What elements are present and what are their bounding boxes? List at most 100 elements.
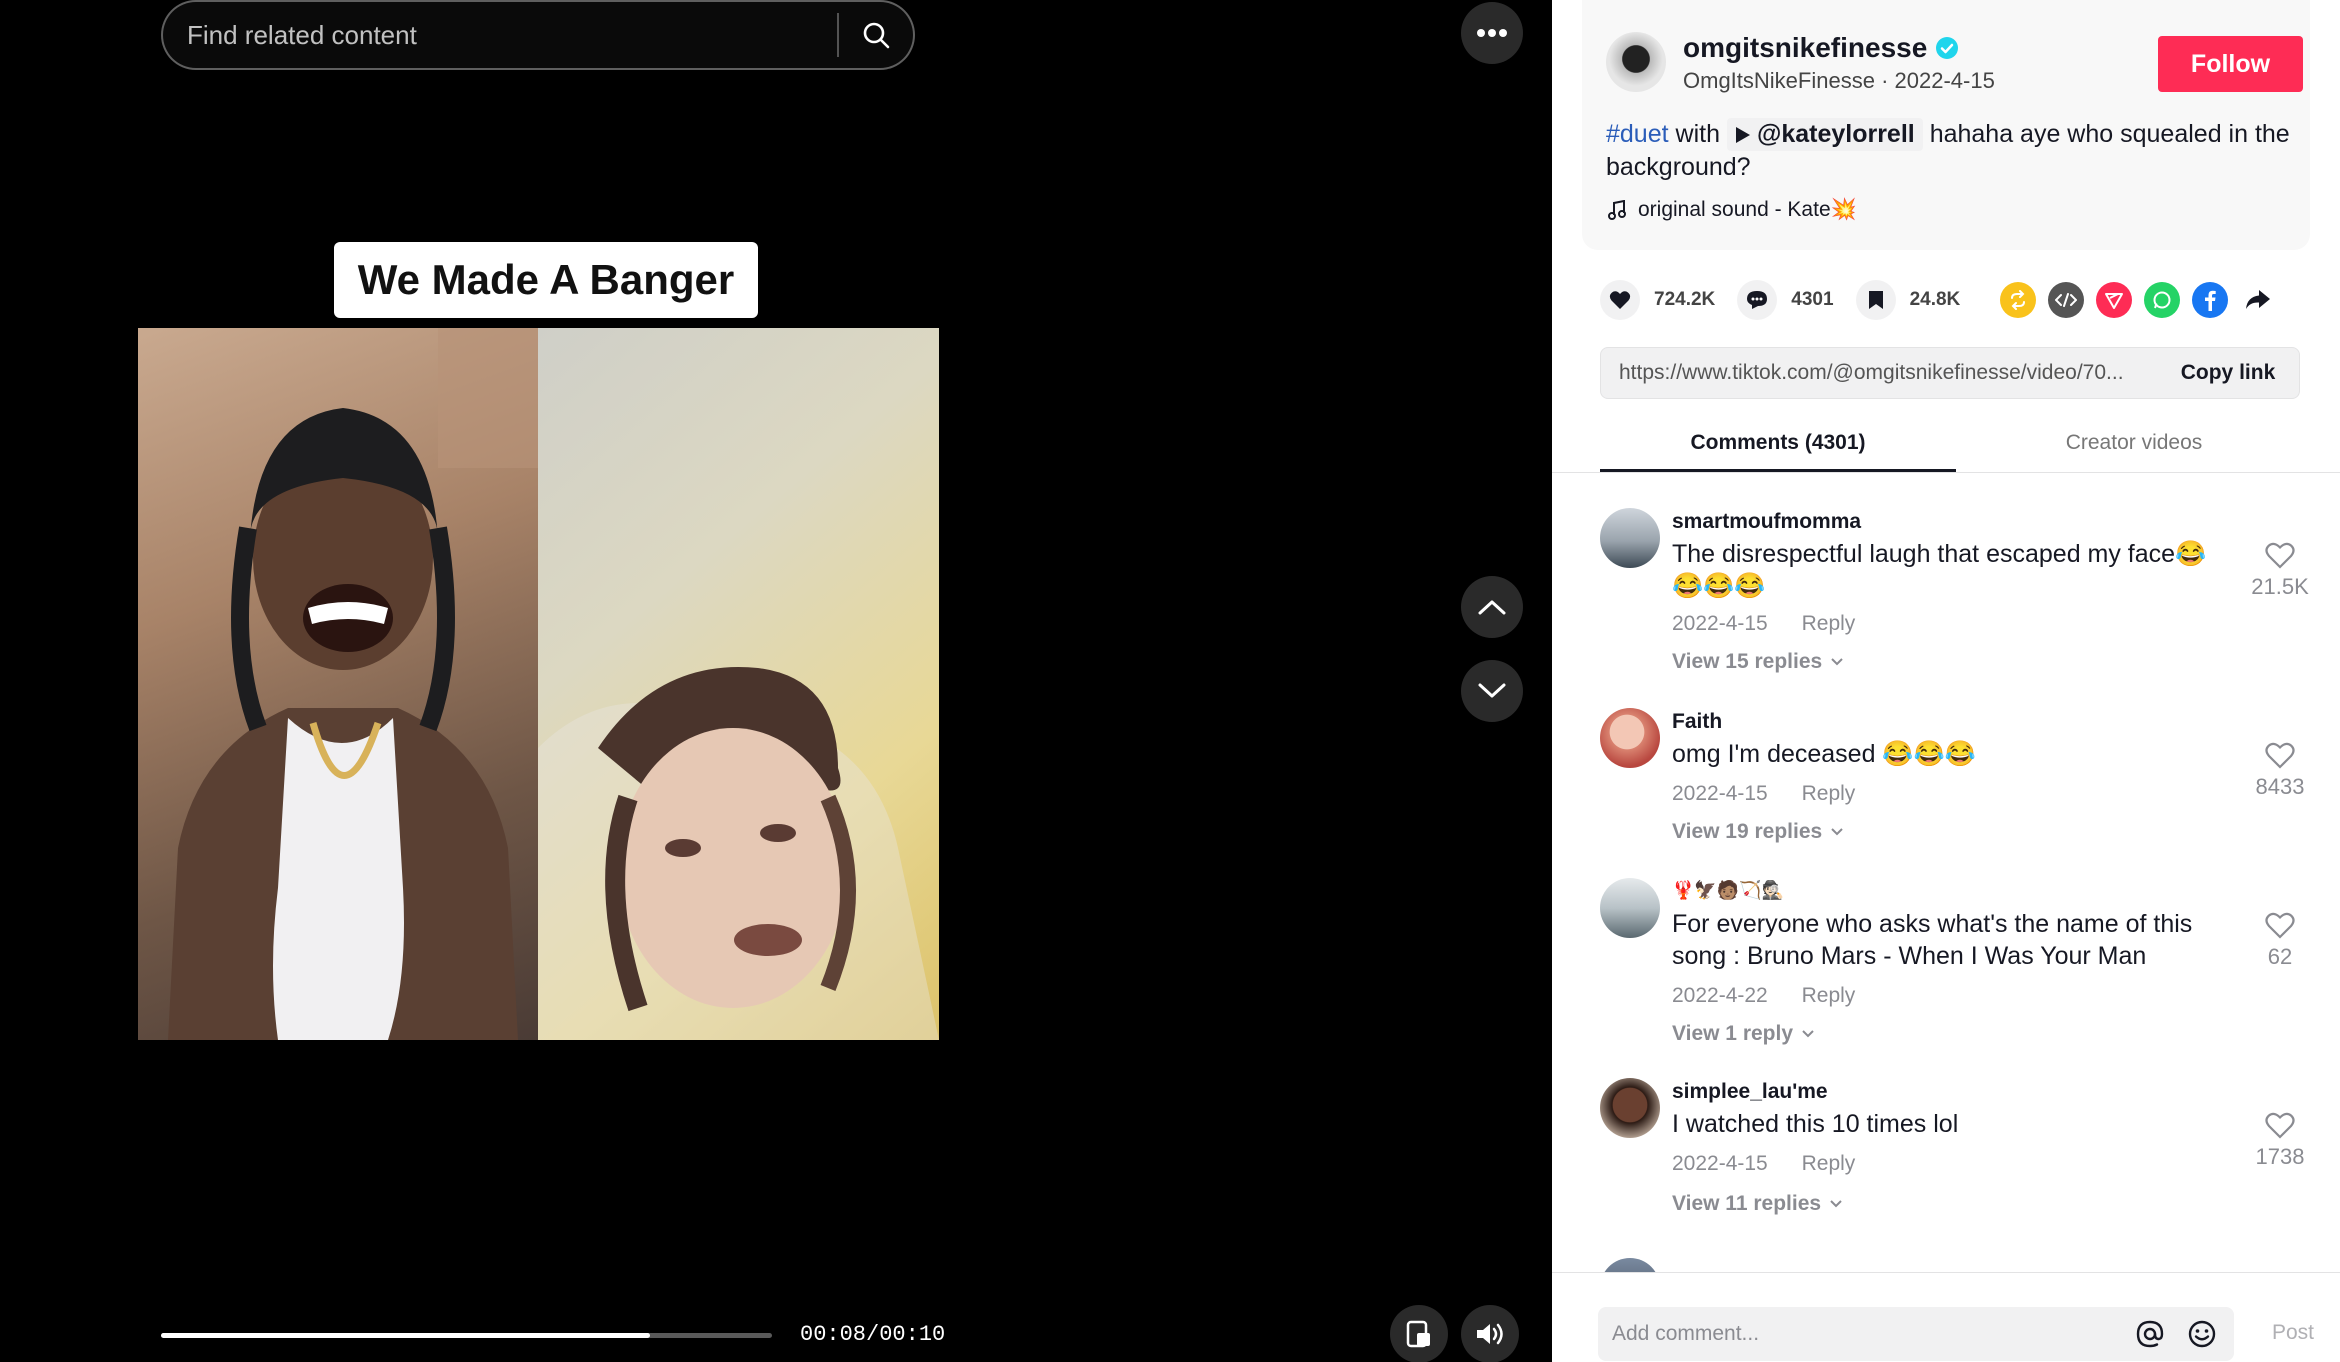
commenter-username[interactable]: 🦞🦅🧑🏽🏹🕵🏻 [1672,880,1784,901]
video-player[interactable] [138,328,939,1040]
search-icon [863,22,890,49]
whatsapp-icon[interactable] [2144,282,2181,318]
commenter-username[interactable]: Faith [1672,710,1722,734]
comment-text: omg I'm deceased 😂😂😂 [1672,740,1976,768]
comment-button[interactable] [1737,280,1778,320]
comment-list: smartmoufmomma The disrespectful laugh t… [1552,490,2340,1272]
comment-like-count: 1738 [2255,1144,2305,1169]
share-arrow-icon[interactable] [2240,282,2276,318]
chevron-up-icon [1478,600,1506,615]
reply-button[interactable]: Reply [1802,984,1856,1007]
floating-player-button[interactable] [1390,1305,1448,1362]
author-username-text: omgitsnikefinesse [1683,32,1928,63]
comment-item: smartmoufmomma The disrespectful laugh t… [1600,490,2320,690]
post-date: 2022-4-15 [1894,68,1995,93]
search-bar [161,0,915,70]
view-replies-label: View 11 replies [1672,1192,1822,1215]
comment-like: 21.5K [2240,542,2320,600]
search-input[interactable] [163,2,837,68]
duet-right-video [538,328,939,1040]
commenter-avatar[interactable] [1600,508,1660,568]
chevron-down-icon [1831,658,1843,666]
author-subline: OmgItsNikeFinesse · 2022-4-15 [1683,68,1995,94]
comment-stat[interactable]: 4301 [1737,280,1834,320]
view-replies-label: View 1 reply [1672,1022,1794,1045]
volume-button[interactable] [1461,1305,1519,1362]
heart-outline-icon[interactable] [2265,1112,2295,1140]
more-options-button[interactable] [1461,2,1523,64]
comment-input[interactable] [1598,1322,2130,1346]
commenter-username[interactable]: simplee_lau'me [1672,1080,1828,1104]
reply-button[interactable]: Reply [1802,1152,1856,1175]
save-stat[interactable]: 24.8K [1855,280,1961,320]
tab-creator-videos[interactable]: Creator videos [1956,420,2312,472]
send-icon[interactable] [2096,282,2133,318]
commenter-username[interactable]: smartmoufmomma [1672,510,1861,534]
comment-like-count: 62 [2267,944,2293,969]
reply-button[interactable]: Reply [1802,612,1856,635]
save-button[interactable] [1855,280,1896,320]
commenter-avatar[interactable] [1600,708,1660,768]
tab-comments[interactable]: Comments (4301) [1600,420,1956,472]
author-username[interactable]: omgitsnikefinesse [1683,32,1959,64]
reply-button[interactable]: Reply [1802,782,1856,805]
comment-like: 62 [2240,912,2320,970]
post-comment-button[interactable]: Post [2272,1321,2314,1345]
comment-item: Faith omg I'm deceased 😂😂😂 2022-4-15 Rep… [1600,690,2320,860]
view-replies-button[interactable]: View 1 reply [1672,1022,1815,1046]
music-link[interactable]: original sound - Kate💥 [1608,198,1857,222]
share-icons [2000,282,2276,318]
video-pane: We Made A Banger [0,0,1552,1362]
comment-composer: Post [1552,1272,2340,1362]
view-replies-button[interactable]: View 19 replies [1672,820,1844,844]
comment-count: 4301 [1791,289,1834,310]
comment-date: 2022-4-15 [1672,1152,1768,1175]
search-button[interactable] [839,2,913,68]
comment-date: 2022-4-15 [1672,612,1768,635]
facebook-icon[interactable] [2192,282,2229,318]
comment-like-count: 8433 [2255,774,2305,799]
heart-icon [1609,291,1631,309]
comment-text: For everyone who asks what's the name of… [1672,910,2193,970]
embed-icon[interactable] [2048,282,2085,318]
comment-like: 8433 [2240,742,2320,800]
author-avatar[interactable] [1606,32,1666,92]
like-button[interactable] [1600,280,1640,320]
like-count: 724.2K [1654,289,1716,310]
video-url[interactable]: https://www.tiktok.com/@omgitsnikefiness… [1601,361,2157,385]
duet-left-video [138,328,538,1040]
view-replies-button[interactable]: View 15 replies [1672,650,1844,674]
commenter-avatar[interactable] [1600,878,1660,938]
tabs: Comments (4301) Creator videos [1600,420,2312,472]
progress-bar[interactable] [161,1333,772,1338]
heart-outline-icon[interactable] [2265,912,2295,940]
mention-link[interactable]: @kateylorrell [1726,118,1923,151]
heart-outline-icon[interactable] [2265,542,2295,570]
heart-outline-icon[interactable] [2265,742,2295,770]
share-link-box: https://www.tiktok.com/@omgitsnikefiness… [1600,347,2300,399]
emoji-button[interactable] [2182,1314,2222,1354]
comment-meta: 2022-4-15 Reply [1672,612,1855,636]
follow-button[interactable]: Follow [2158,36,2303,92]
previous-video-button[interactable] [1461,576,1523,638]
info-pane: omgitsnikefinesse OmgItsNikeFinesse · 20… [1552,0,2340,1362]
music-title: original sound - Kate💥 [1638,198,1857,221]
view-replies-button[interactable]: View 11 replies [1672,1192,1843,1216]
commenter-avatar[interactable] [1600,1078,1660,1138]
copy-link-button[interactable]: Copy link [2157,361,2299,385]
video-caption: We Made A Banger [334,242,758,318]
hashtag-link[interactable]: #duet [1606,120,1669,148]
next-video-button[interactable] [1461,660,1523,722]
commenter-avatar[interactable] [1600,1258,1660,1272]
repost-icon[interactable] [2000,282,2037,318]
tabs-divider [1552,472,2340,473]
verified-badge-icon [1936,37,1959,59]
comment-text: The disrespectful laugh that escaped my … [1672,540,2207,600]
like-stat[interactable]: 724.2K [1600,280,1715,320]
comment-input-wrapper [1598,1307,2234,1361]
person-illustration [538,667,939,1040]
mention-button[interactable] [2130,1314,2170,1354]
save-count: 24.8K [1909,289,1961,310]
comment-text: I watched this 10 times lol [1672,1110,1959,1138]
bookmark-icon [1868,291,1883,309]
